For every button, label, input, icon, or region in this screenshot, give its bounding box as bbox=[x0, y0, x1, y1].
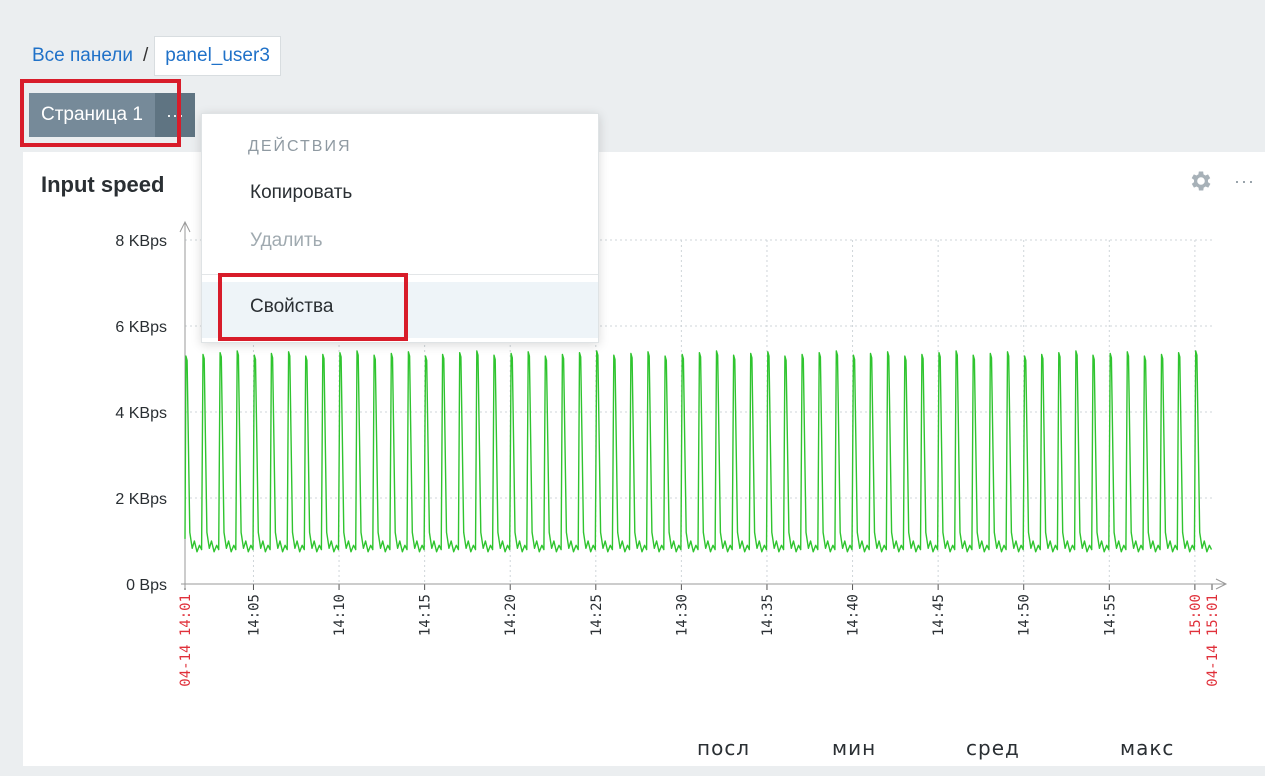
menu-item-copy[interactable]: Копировать bbox=[202, 182, 598, 218]
menu-item-delete: Удалить bbox=[202, 230, 598, 266]
x-tick-label: 14:10 bbox=[332, 594, 348, 636]
x-tick-label: 14:40 bbox=[846, 594, 862, 636]
legend-header-last: посл bbox=[697, 736, 751, 760]
x-tick-label: 14:20 bbox=[503, 594, 519, 636]
y-tick-label: 8 KBps bbox=[115, 233, 167, 250]
x-tick-label: 04-14 14:01 bbox=[178, 594, 194, 687]
y-tick-label: 2 KBps bbox=[115, 491, 167, 508]
legend-header-avg: сред bbox=[966, 736, 1020, 760]
x-tick-label: 14:30 bbox=[674, 594, 690, 636]
x-tick-label: 04-14 15:01 bbox=[1205, 594, 1221, 687]
x-tick-label: 14:05 bbox=[246, 594, 262, 636]
menu-item-copy-label[interactable]: Копировать bbox=[250, 182, 352, 204]
x-tick-label: 15:00 bbox=[1188, 594, 1204, 636]
x-tick-label: 14:45 bbox=[931, 594, 947, 636]
y-tick-label: 0 Bps bbox=[126, 577, 167, 594]
line-chart: 8 KBps 6 KBps 4 KBps 2 KBps 0 Bps 04-14 14:01… bbox=[115, 220, 1228, 687]
x-tick-label: 14:35 bbox=[760, 594, 776, 636]
x-tick-label: 14:55 bbox=[1102, 594, 1118, 636]
menu-header: ДЕЙСТВИЯ bbox=[248, 138, 352, 155]
x-tick-label: 14:15 bbox=[418, 594, 434, 636]
y-tick-label: 6 KBps bbox=[115, 319, 167, 336]
x-tick-label: 14:25 bbox=[589, 594, 605, 636]
legend-header-min: мин bbox=[832, 736, 877, 760]
menu-item-delete-label: Удалить bbox=[250, 230, 323, 251]
highlight-box-properties bbox=[218, 273, 408, 341]
legend-header-max: макс bbox=[1120, 736, 1175, 760]
x-tick-label: 14:50 bbox=[1017, 594, 1033, 636]
y-tick-label: 4 KBps bbox=[115, 405, 167, 422]
